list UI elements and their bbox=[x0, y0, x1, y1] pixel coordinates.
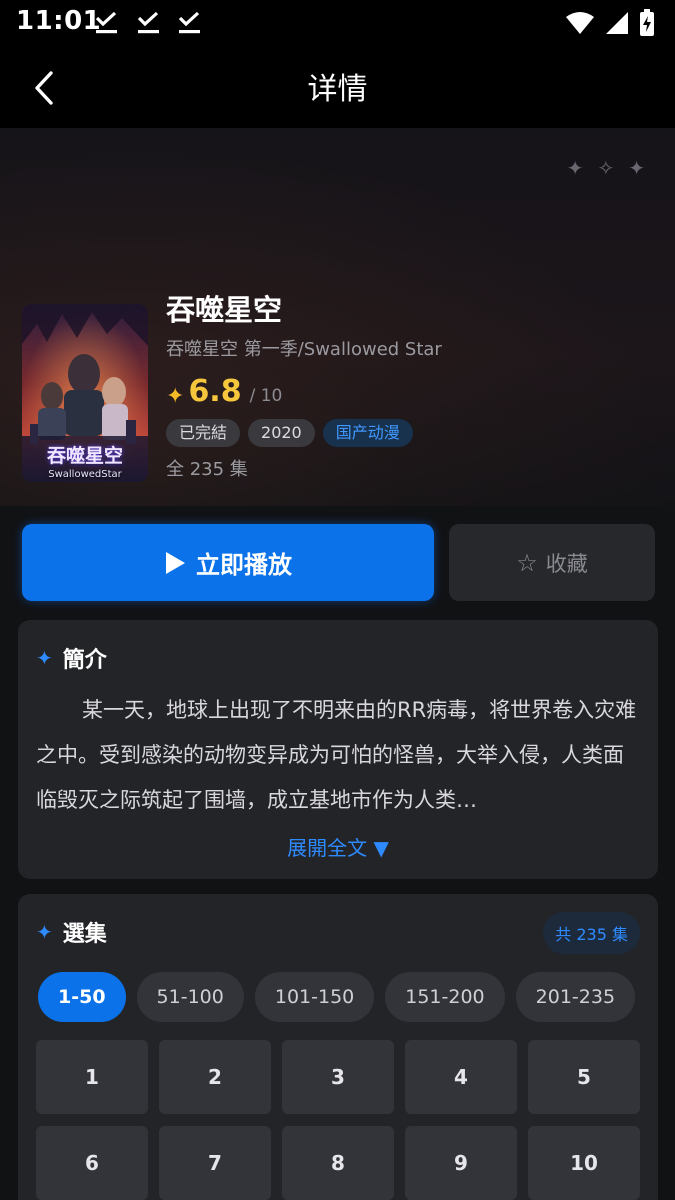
episode-button[interactable]: 2 bbox=[159, 1040, 271, 1114]
download-check-icon bbox=[178, 11, 200, 34]
episode-button[interactable]: 3 bbox=[282, 1040, 394, 1114]
status-tag: 已完結 bbox=[166, 419, 241, 447]
episode-grid: 1 2 3 4 5 6 7 8 9 10 bbox=[36, 1040, 640, 1200]
episode-count: 全 235 集 bbox=[166, 459, 248, 480]
star-outline-icon: ☆ bbox=[516, 548, 538, 577]
episode-button[interactable]: 1 bbox=[36, 1040, 148, 1114]
synopsis-text: 某一天，地球上出现了不明来由的RR病毒，将世界卷入灾难之中。受到感染的动物变异成… bbox=[36, 698, 637, 812]
sparkle-icon: ✧ bbox=[597, 156, 615, 180]
episode-button[interactable]: 7 bbox=[159, 1126, 271, 1200]
page-title: 详情 bbox=[307, 72, 368, 107]
synopsis-title: 簡介 bbox=[62, 648, 107, 673]
detail-page: 11:01 详情 ✦ ✧ ✦ 吞噬星空 SwallowedStar 吞噬星空 吞… bbox=[0, 0, 675, 1200]
sparkle-decoration: ✦ ✧ ✦ bbox=[567, 158, 645, 178]
sparkle-icon: ✦ bbox=[36, 920, 53, 944]
episode-button[interactable]: 4 bbox=[405, 1040, 517, 1114]
episode-button[interactable]: 6 bbox=[36, 1126, 148, 1200]
favorite-button[interactable]: ☆ 收藏 bbox=[449, 524, 655, 601]
sparkle-icon: ✦ bbox=[36, 646, 53, 670]
favorite-label: 收藏 bbox=[545, 551, 588, 576]
status-bar: 11:01 bbox=[0, 0, 675, 48]
expand-synopsis-link[interactable]: 展開全文 ▼ bbox=[18, 832, 658, 861]
episode-button[interactable]: 9 bbox=[405, 1126, 517, 1200]
episode-range-tabs: 1-50 51-100 101-150 151-200 201-235 bbox=[38, 972, 636, 1022]
sparkle-icon: ✦ bbox=[566, 156, 584, 180]
show-title: 吞噬星空 bbox=[166, 293, 283, 327]
year-tag: 2020 bbox=[248, 419, 315, 447]
genre-tag[interactable]: 国产动漫 bbox=[322, 419, 413, 447]
episodes-card: ✦ 選集 共 235 集 1-50 51-100 101-150 151-200… bbox=[18, 894, 658, 1200]
download-check-icon bbox=[95, 11, 117, 34]
poster-title: 吞噬星空 bbox=[46, 445, 123, 467]
range-tab[interactable]: 201-235 bbox=[515, 972, 636, 1022]
range-tab[interactable]: 51-100 bbox=[136, 972, 244, 1022]
rating-value: 6.8 bbox=[188, 374, 242, 409]
download-check-icon bbox=[137, 11, 159, 34]
show-info: 吞噬星空 吞噬星空 第一季/Swallowed Star ✦ 6.8 / 10 … bbox=[166, 290, 442, 481]
synopsis-header: ✦ 簡介 bbox=[36, 642, 107, 674]
synopsis-card: ✦ 簡介 某一天，地球上出现了不明来由的RR病毒，将世界卷入灾难之中。受到感染的… bbox=[18, 620, 658, 879]
episodes-header: ✦ 選集 bbox=[36, 916, 107, 948]
episode-button[interactable]: 8 bbox=[282, 1126, 394, 1200]
rating-row: ✦ 6.8 / 10 bbox=[166, 374, 442, 409]
star-icon: ✦ bbox=[166, 384, 185, 409]
app-header: 详情 bbox=[0, 48, 675, 128]
play-icon bbox=[166, 551, 185, 574]
episodes-title: 選集 bbox=[62, 922, 107, 947]
battery-charging-icon bbox=[640, 9, 654, 36]
episode-button[interactable]: 5 bbox=[528, 1040, 640, 1114]
signal-icon bbox=[606, 12, 628, 34]
range-tab[interactable]: 151-200 bbox=[385, 972, 505, 1022]
episode-button[interactable]: 10 bbox=[528, 1126, 640, 1200]
range-tab[interactable]: 1-50 bbox=[38, 972, 126, 1022]
poster-image[interactable]: 吞噬星空 SwallowedStar bbox=[22, 304, 148, 482]
sparkle-icon: ✦ bbox=[628, 156, 645, 180]
wifi-icon bbox=[566, 12, 594, 34]
show-alt-title: 吞噬星空 第一季/Swallowed Star bbox=[166, 339, 442, 360]
rating-max: / 10 bbox=[249, 386, 283, 406]
poster-subtitle: SwallowedStar bbox=[48, 469, 122, 480]
episode-total-badge: 共 235 集 bbox=[543, 912, 640, 954]
play-now-label: 立即播放 bbox=[196, 551, 292, 579]
status-time: 11:01 bbox=[16, 6, 102, 36]
range-tab[interactable]: 101-150 bbox=[254, 972, 375, 1022]
play-now-button[interactable]: 立即播放 bbox=[22, 524, 434, 601]
tag-list: 已完結 2020 国产动漫 bbox=[166, 419, 442, 447]
